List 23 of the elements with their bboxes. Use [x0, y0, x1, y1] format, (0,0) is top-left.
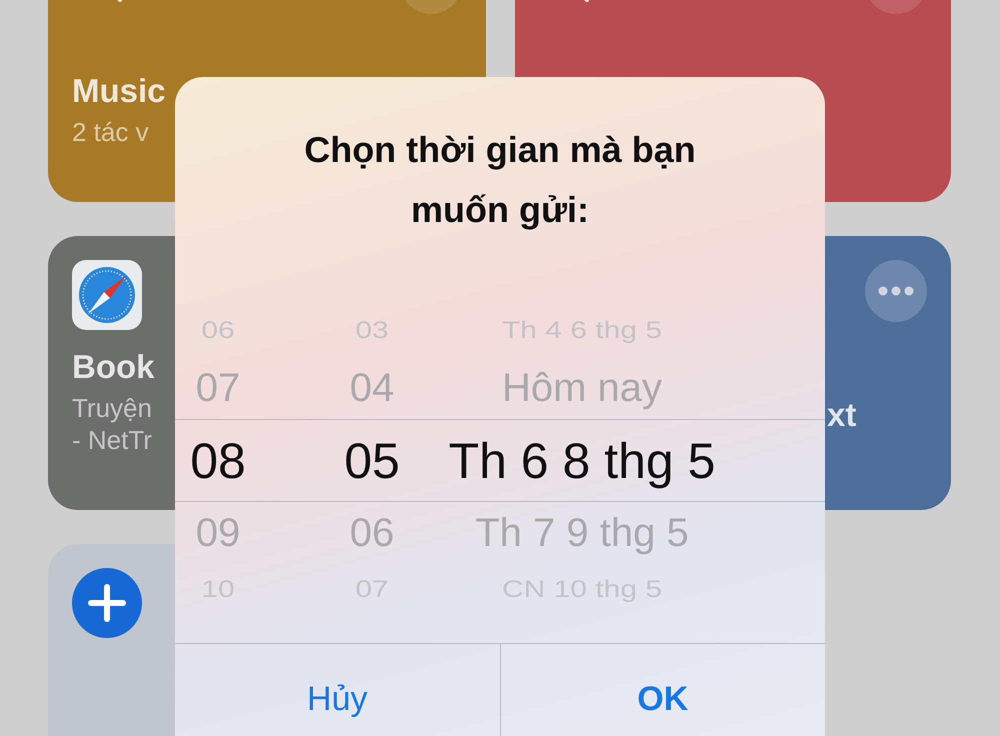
add-icon[interactable] [72, 568, 142, 638]
picker-row[interactable]: 09 06 Th 7 9 thg 5 [175, 502, 825, 564]
dialog-title: Chọn thời gian mà bạn muốn gửi: [303, 128, 697, 232]
picker-row[interactable]: 08 05 Th 6 8 thg 5 [175, 419, 825, 502]
picker-hour: 09 [194, 510, 242, 556]
picker-row[interactable]: 07 04 Hôm nay [175, 357, 825, 419]
ok-button[interactable]: OK [500, 644, 825, 736]
card-title: Book [72, 348, 156, 386]
card-title: xt [827, 396, 856, 434]
picker-minute: 06 [348, 510, 396, 556]
cancel-button[interactable]: Hủy [175, 644, 500, 736]
picker-date: Th 7 9 thg 5 [474, 510, 690, 556]
picker-date: Hôm nay [500, 366, 664, 410]
picker-minute: 04 [348, 366, 396, 410]
picker-date: Th 6 8 thg 5 [448, 432, 716, 490]
ellipsis-icon [878, 286, 914, 296]
picker-hour: 07 [194, 366, 242, 410]
compass-icon [72, 260, 142, 330]
picker-minute: 05 [343, 432, 401, 490]
picker-hour: 08 [189, 432, 247, 490]
card-subtitle: 2 tác v [72, 116, 149, 148]
card-title: Music [72, 72, 167, 110]
card-subtitle: Truyện - NetTr [72, 392, 152, 456]
